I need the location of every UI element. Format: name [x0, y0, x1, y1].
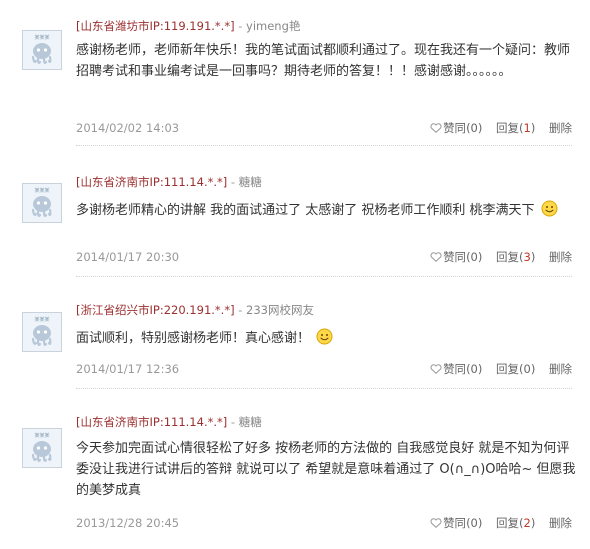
separator: - [230, 175, 236, 189]
ip-label: IP:111.14.*.*] [149, 175, 228, 189]
username: 糖糖 [238, 415, 262, 429]
reply-close: ) [530, 121, 536, 135]
comment-content: 面试顺利，特别感谢杨老师！真心感谢！ [76, 328, 576, 349]
separator: - [238, 19, 243, 33]
avatar[interactable]: 某某某 [22, 30, 62, 70]
location-label: [山东省潍坊市 [76, 19, 150, 33]
like-label: 赞同 [443, 362, 467, 376]
comment-text: 感谢杨老师，老师新年快乐！我的笔试面试都顺利通过了。现在我还有一个疑问：教师招聘… [76, 43, 571, 79]
delete-label: 删除 [549, 362, 572, 376]
reply-button[interactable]: 回复(3) [496, 249, 535, 265]
avatar[interactable]: 某某某 [22, 312, 62, 352]
username: 233网校网友 [246, 303, 314, 317]
delete-button[interactable]: 删除 [549, 249, 572, 265]
reply-button[interactable]: 回复(2) [496, 515, 535, 531]
like-button[interactable]: 赞同(0) [430, 361, 482, 377]
comment-content: 今天参加完面试心情很轻松了好多 按杨老师的方法做的 自我感觉良好 就是不知为何评… [76, 438, 576, 501]
reply-label: 回复 [496, 121, 520, 135]
reply-button[interactable]: 回复(1) [496, 120, 535, 136]
comment-content: 多谢杨老师精心的讲解 我的面试通过了 太感谢了 祝杨老师工作顺利 桃李满天下 [76, 200, 576, 221]
ip-label: IP:220.191.*.*] [149, 303, 235, 317]
reply-count: 1 [523, 121, 531, 135]
divider [76, 388, 572, 389]
heart-icon [430, 252, 442, 262]
location-label: [山东省济南市 [76, 175, 150, 189]
avatar-label: 某某某 [34, 188, 50, 194]
location-label: [山东省济南市 [76, 415, 150, 429]
comment-meta: 2014/01/17 20:30 赞同(0) 回复(3) 删除 [76, 249, 572, 265]
comment-text: 面试顺利，特别感谢杨老师！真心感谢！ [76, 331, 311, 346]
comment-date: 2014/01/17 20:30 [76, 250, 180, 264]
comment-date: 2013/12/28 20:45 [76, 516, 180, 530]
username: 糖糖 [238, 175, 262, 189]
comment-actions: 赞同(0) 回复(2) 删除 [420, 515, 572, 531]
avatar[interactable]: 某某某 [22, 183, 62, 223]
like-button[interactable]: 赞同(0) [430, 515, 482, 531]
reply-button[interactable]: 回复(0) [496, 361, 535, 377]
divider [76, 145, 572, 146]
comment-content: 感谢杨老师，老师新年快乐！我的笔试面试都顺利通过了。现在我还有一个疑问：教师招聘… [76, 40, 576, 82]
reply-count: 3 [523, 250, 531, 264]
heart-icon [430, 364, 442, 374]
like-count: (0) [466, 121, 483, 135]
heart-icon [430, 518, 442, 528]
like-count: (0) [466, 362, 483, 376]
comment-actions: 赞同(0) 回复(1) 删除 [420, 120, 572, 136]
separator: - [230, 415, 236, 429]
like-count: (0) [466, 250, 483, 264]
ip-label: IP:111.14.*.*] [149, 415, 228, 429]
avatar-label: 某某某 [34, 433, 50, 439]
octopus-avatar-icon [31, 196, 52, 217]
reply-label: 回复 [496, 362, 520, 376]
reply-label: 回复 [496, 516, 520, 530]
delete-button[interactable]: 删除 [549, 361, 572, 377]
like-button[interactable]: 赞同(0) [430, 120, 482, 136]
octopus-avatar-icon [31, 43, 52, 64]
comment-date: 2014/01/17 12:36 [76, 362, 180, 376]
like-count: (0) [466, 516, 483, 530]
username: yimeng艳 [246, 19, 301, 33]
delete-label: 删除 [549, 121, 572, 135]
comment-meta: 2014/02/02 14:03 赞同(0) 回复(1) 删除 [76, 120, 572, 136]
comment-actions: 赞同(0) 回复(3) 删除 [420, 249, 572, 265]
smile-emoji-icon [541, 200, 558, 217]
reply-close: ) [530, 362, 536, 376]
comment-text: 多谢杨老师精心的讲解 我的面试通过了 太感谢了 祝杨老师工作顺利 桃李满天下 [76, 203, 535, 218]
like-label: 赞同 [443, 516, 467, 530]
delete-button[interactable]: 删除 [549, 515, 572, 531]
location-label: [浙江省绍兴市 [76, 303, 150, 317]
like-label: 赞同 [443, 250, 467, 264]
reply-count: 0 [523, 362, 531, 376]
octopus-avatar-icon [31, 441, 52, 462]
ip-label: IP:119.191.*.*] [149, 19, 235, 33]
delete-label: 删除 [549, 250, 572, 264]
comment-header: [山东省济南市IP:111.14.*.*] - 糖糖 [76, 174, 262, 190]
smile-emoji-icon [316, 328, 333, 345]
reply-close: ) [530, 250, 536, 264]
reply-label: 回复 [496, 250, 520, 264]
like-label: 赞同 [443, 121, 467, 135]
reply-close: ) [530, 516, 536, 530]
comment-text: 今天参加完面试心情很轻松了好多 按杨老师的方法做的 自我感觉良好 就是不知为何评… [76, 441, 576, 498]
avatar-label: 某某某 [34, 317, 50, 323]
delete-button[interactable]: 删除 [549, 120, 572, 136]
avatar[interactable]: 某某某 [22, 428, 62, 468]
divider [76, 276, 572, 277]
comment-header: [浙江省绍兴市IP:220.191.*.*] - 233网校网友 [76, 302, 314, 318]
delete-label: 删除 [549, 516, 572, 530]
comment-actions: 赞同(0) 回复(0) 删除 [420, 361, 572, 377]
avatar-label: 某某某 [34, 35, 50, 41]
comment-meta: 2013/12/28 20:45 赞同(0) 回复(2) 删除 [76, 515, 572, 531]
reply-count: 2 [523, 516, 531, 530]
separator: - [238, 303, 243, 317]
comment-header: [山东省济南市IP:111.14.*.*] - 糖糖 [76, 414, 262, 430]
octopus-avatar-icon [31, 325, 52, 346]
heart-icon [430, 123, 442, 133]
comment-meta: 2014/01/17 12:36 赞同(0) 回复(0) 删除 [76, 361, 572, 377]
comment-date: 2014/02/02 14:03 [76, 121, 180, 135]
comment-header: [山东省潍坊市IP:119.191.*.*] - yimeng艳 [76, 18, 300, 34]
like-button[interactable]: 赞同(0) [430, 249, 482, 265]
